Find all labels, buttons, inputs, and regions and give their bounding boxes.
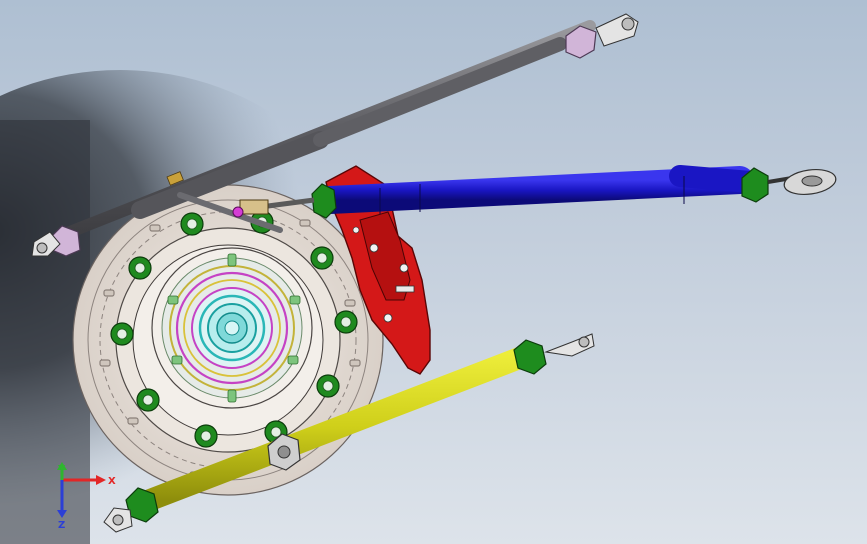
yellow-link-nut-right [513, 339, 547, 375]
y-axis-label: Y [57, 464, 66, 475]
rod-end-blue-right [767, 168, 837, 196]
rod-end-upper-right [595, 13, 639, 47]
axis-triad: X Y Z [57, 462, 116, 531]
x-axis-label: X [108, 476, 116, 487]
wheel-hub-assembly[interactable] [72, 184, 384, 496]
z-axis-label: Z [58, 520, 65, 531]
graphics-viewport[interactable]: X Y Z [0, 0, 867, 544]
model-scene[interactable] [0, 0, 867, 544]
rod-end-yellow-right [544, 333, 595, 357]
